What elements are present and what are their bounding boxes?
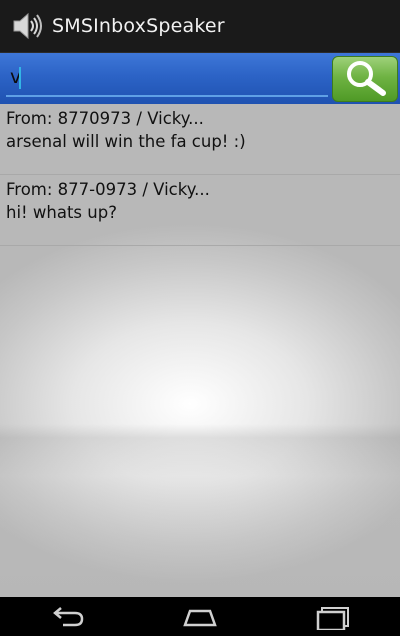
app-title: SMSInboxSpeaker bbox=[52, 15, 225, 37]
navigation-bar bbox=[0, 597, 400, 636]
search-input[interactable] bbox=[6, 59, 328, 97]
magnifier-icon bbox=[338, 57, 392, 101]
message-body: arsenal will win the fa cup! :) bbox=[6, 132, 246, 151]
message-body: hi! whats up? bbox=[6, 203, 117, 222]
speaker-icon[interactable] bbox=[10, 9, 44, 43]
message-from: From: 877-0973 / Vicky... bbox=[6, 180, 210, 199]
message-from: From: 8770973 / Vicky... bbox=[6, 109, 204, 128]
text-caret bbox=[19, 67, 21, 89]
action-bar: SMSInboxSpeaker bbox=[0, 0, 400, 53]
home-icon[interactable] bbox=[170, 597, 230, 636]
message-list: From: 8770973 / Vicky... arsenal will wi… bbox=[0, 104, 400, 597]
list-item[interactable]: From: 877-0973 / Vicky... hi! whats up? bbox=[0, 175, 400, 246]
list-item[interactable]: From: 8770973 / Vicky... arsenal will wi… bbox=[0, 104, 400, 175]
recent-apps-icon[interactable] bbox=[303, 597, 363, 636]
back-icon[interactable] bbox=[37, 597, 97, 636]
search-bar bbox=[0, 53, 400, 104]
search-button[interactable] bbox=[332, 56, 398, 102]
